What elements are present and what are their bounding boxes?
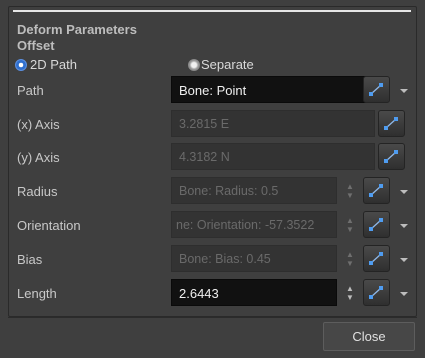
orientation-label: Orientation — [17, 218, 81, 233]
radius-spinner-icon: ▲ ▼ — [346, 182, 354, 200]
orientation-function-button[interactable] — [363, 211, 390, 238]
radius-function-button[interactable] — [363, 177, 390, 204]
y-axis-label: (y) Axis — [17, 150, 60, 165]
length-function-button[interactable] — [363, 279, 390, 306]
radio-2d-path[interactable]: 2D Path — [15, 57, 77, 72]
subsection-title: Offset — [17, 38, 55, 53]
length-spinner-icon[interactable]: ▲ ▼ — [345, 279, 355, 306]
path-label: Path — [17, 83, 44, 98]
close-button[interactable]: Close — [323, 322, 415, 351]
orientation-dropdown-icon[interactable] — [399, 221, 409, 231]
length-field[interactable]: 2.6443 — [171, 279, 337, 306]
function-curve-icon — [369, 286, 383, 299]
radius-label: Radius — [17, 184, 58, 199]
panel-top-divider — [13, 10, 411, 12]
y-axis-function-button[interactable] — [378, 143, 405, 170]
function-curve-icon — [384, 117, 398, 130]
bias-spinner-icon: ▲ ▼ — [346, 250, 354, 268]
bias-dropdown-icon[interactable] — [399, 255, 409, 265]
bias-function-button[interactable] — [363, 245, 390, 272]
radio-separate-label: Separate — [201, 57, 254, 72]
length-dropdown-icon[interactable] — [399, 289, 409, 299]
radio-separate[interactable]: Separate — [188, 57, 254, 72]
function-curve-icon — [369, 218, 383, 231]
orientation-field: ne: Orientation: -57.3522 — [171, 211, 337, 238]
radius-dropdown-icon[interactable] — [399, 187, 409, 197]
orientation-spinner-icon: ▲ ▼ — [346, 216, 354, 234]
bias-label: Bias — [17, 252, 43, 267]
bias-field: Bone: Bias: 0.45 — [171, 245, 337, 272]
function-curve-icon — [369, 252, 383, 265]
x-axis-function-button[interactable] — [378, 110, 405, 137]
x-axis-field: 3.2815 E — [171, 110, 375, 137]
function-curve-icon — [369, 184, 383, 197]
function-curve-icon — [384, 150, 398, 163]
panel-bottom-divider — [8, 317, 417, 318]
radio-unchecked-icon[interactable] — [188, 58, 200, 71]
y-axis-field: 4.3182 N — [171, 143, 375, 170]
radius-field: Bone: Radius: 0.5 — [171, 177, 337, 204]
path-field[interactable]: Bone: Point — [171, 76, 375, 103]
path-dropdown-icon[interactable] — [399, 86, 409, 96]
radio-2d-path-label: 2D Path — [30, 57, 77, 72]
radio-checked-icon[interactable] — [15, 58, 27, 71]
function-curve-icon — [369, 83, 383, 96]
length-label: Length — [17, 286, 57, 301]
path-function-button[interactable] — [363, 76, 390, 103]
section-title: Deform Parameters — [17, 22, 137, 37]
x-axis-label: (x) Axis — [17, 117, 60, 132]
